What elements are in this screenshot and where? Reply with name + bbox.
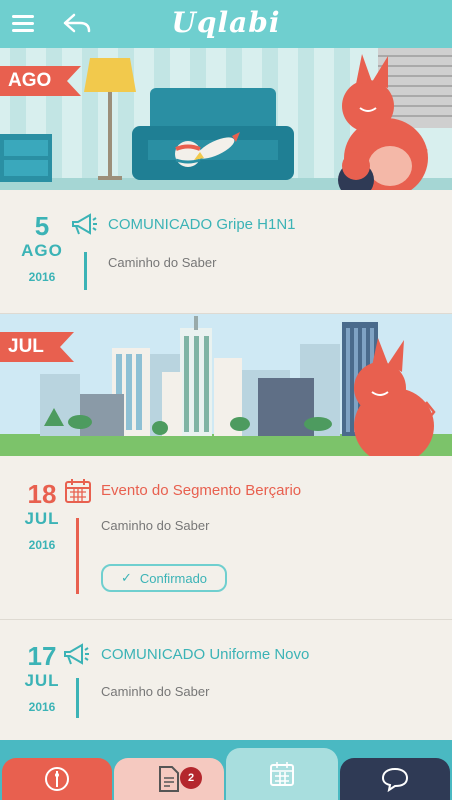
confirmed-label: Confirmado <box>139 570 208 586</box>
check-icon: ✓ <box>120 570 132 585</box>
megaphone-icon <box>72 213 97 235</box>
event-title[interactable]: COMUNICADO Uniforme Novo <box>101 646 309 663</box>
event-card-uniforme[interactable]: 17 JUL 2016 COMUNICADO Uniforme Novo Cam… <box>0 620 452 742</box>
event-title[interactable]: COMUNICADO Gripe H1N1 <box>108 216 296 233</box>
event-source: Caminho do Saber <box>101 518 210 533</box>
calendar-icon <box>270 762 294 786</box>
event-source: Caminho do Saber <box>101 684 210 699</box>
month-tag-ago: AGO <box>0 66 82 96</box>
tab-info[interactable] <box>2 758 112 800</box>
timeline-bar <box>84 252 87 290</box>
app-logo: Uqlabi <box>171 6 281 39</box>
event-day: 18 <box>27 479 57 509</box>
event-date: 5 AGO 2016 <box>16 212 68 288</box>
event-date: 18 JUL 2016 <box>16 480 68 556</box>
confirmed-button[interactable]: ✓ Confirmado <box>101 564 227 592</box>
event-day: 17 <box>27 641 57 671</box>
info-icon <box>45 767 69 791</box>
timeline-bar <box>76 518 79 594</box>
timeline-bar <box>76 678 79 718</box>
event-year: 2016 <box>28 270 56 284</box>
app-header: Uqlabi <box>0 0 452 48</box>
tab-documents[interactable] <box>114 758 224 800</box>
event-year: 2016 <box>28 538 56 552</box>
document-icon <box>159 766 179 792</box>
tab-messages[interactable] <box>340 758 450 800</box>
month-banner-jul: JUL <box>0 314 452 456</box>
event-month: JUL <box>24 509 60 528</box>
event-month: JUL <box>24 671 60 690</box>
bottom-tab-bar <box>0 740 452 800</box>
event-source: Caminho do Saber <box>108 255 217 270</box>
tab-calendar[interactable] <box>226 748 338 800</box>
chat-icon <box>381 767 409 792</box>
megaphone-icon <box>64 643 89 665</box>
notification-badge: 2 <box>180 767 202 789</box>
month-banner-ago: AGO <box>0 48 452 190</box>
event-card-gripe[interactable]: 5 AGO 2016 COMUNICADO Gripe H1N1 Caminho… <box>0 190 452 314</box>
event-date: 17 JUL 2016 <box>16 642 68 718</box>
month-tag-jul: JUL <box>0 332 74 362</box>
event-title[interactable]: Evento do Segmento Berçario <box>101 482 301 499</box>
event-day: 5 <box>34 211 50 241</box>
event-card-bercario[interactable]: 18 JUL 2016 Evento do Segmento Berçario … <box>0 456 452 620</box>
event-month: AGO <box>21 241 63 260</box>
event-year: 2016 <box>28 700 56 714</box>
calendar-event-icon <box>65 479 91 503</box>
